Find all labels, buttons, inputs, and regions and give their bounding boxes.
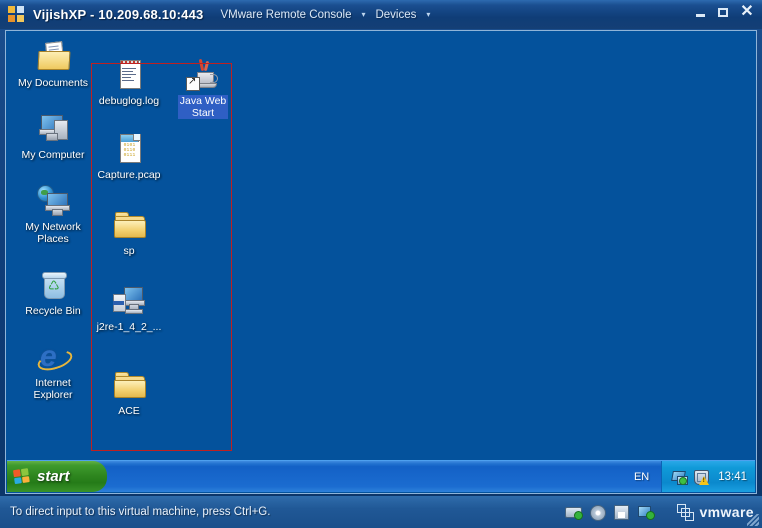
maximize-button[interactable] [717,7,731,19]
resize-grip[interactable] [747,514,759,526]
title-bar: VijishXP - 10.209.68.10:443 VMware Remot… [0,0,762,29]
java-web-start-icon [186,58,220,92]
binary-digits: 0101 0110 0111 [123,143,136,158]
recycle-bin-icon: ♺ [36,268,70,302]
menu-vmware-remote-console[interactable]: VMware Remote Console [217,7,354,23]
desktop-icon-label: My Computer [21,149,85,161]
close-button[interactable]: ✕ [740,3,754,19]
vmware-console-icon [8,6,25,23]
desktop-icon-label: ACE [118,405,140,417]
taskbar-clock[interactable]: 13:41 [715,471,747,483]
vmware-remote-console-window: VijishXP - 10.209.68.10:443 VMware Remot… [0,0,762,528]
status-bar-right: vmware [565,503,762,521]
status-message: To direct input to this virtual machine,… [10,506,271,518]
vmware-logo: vmware [677,503,754,521]
desktop-icon-label: Recycle Bin [25,305,81,317]
text-file-icon [112,58,146,92]
desktop-icon-label: Java Web Start [177,95,229,119]
system-tray: 13:41 [661,461,755,492]
desktop-icon-my-computer[interactable]: My Computer [15,112,91,161]
desktop-icon-ace[interactable]: ACE [91,368,167,417]
status-bar: To direct input to this virtual machine,… [0,496,762,528]
floppy-disk-icon[interactable] [613,505,630,520]
desktop-icon-debuglog-log[interactable]: debuglog.log [91,58,167,107]
window-controls: ✕ [694,3,754,19]
desktop-icon-my-documents[interactable]: My Documents [15,40,91,89]
desktop-icon-label: sp [123,245,135,257]
desktop-icon-recycle-bin[interactable]: ♺ Recycle Bin [15,268,91,317]
menu-bar: VMware Remote Console ▾ Devices ▾ [217,7,433,23]
network-adapter-icon[interactable] [637,505,656,520]
desktop-icon-label: Capture.pcap [97,169,161,181]
desktop-icon-label: debuglog.log [98,95,160,107]
desktop-icon-label: j2re-1_4_2_... [96,321,162,333]
folder-icon [112,208,146,242]
chevron-down-icon[interactable]: ▾ [358,10,368,19]
my-documents-icon [36,40,71,74]
vmware-wordmark: vmware [699,504,754,520]
chevron-down-icon[interactable]: ▾ [423,10,433,19]
windows-desktop[interactable]: My Documents My Computer My Network Plac… [7,32,755,462]
menu-devices[interactable]: Devices [372,7,419,23]
desktop-icon-capture-pcap[interactable]: 0101 0110 0111 Capture.pcap [91,132,167,181]
desktop-icon-my-network-places[interactable]: My Network Places [15,184,91,245]
cd-rom-icon[interactable] [589,505,607,521]
my-network-places-icon [36,184,70,218]
vmware-mark-icon [677,503,695,521]
hard-disk-icon[interactable] [565,505,584,520]
binary-file-icon: 0101 0110 0111 [112,132,146,166]
shortcut-arrow-icon [186,76,200,91]
desktop-icon-label: My Network Places [25,221,81,245]
window-title: VijishXP - 10.209.68.10:443 [33,7,204,22]
desktop-icon-sp[interactable]: sp [91,208,167,257]
desktop-icon-j2re-installer[interactable]: j2re-1_4_2_... [91,284,167,333]
desktop-icon-label: Internet Explorer [33,377,73,401]
vm-screen-frame: My Documents My Computer My Network Plac… [5,30,757,494]
internet-explorer-icon: e [35,340,75,375]
desktop-icon-internet-explorer[interactable]: e Internet Explorer [15,340,91,401]
desktop-icon-label: My Documents [17,77,89,89]
windows-flag-icon [12,467,32,485]
folder-icon [112,368,146,402]
security-alert-shield-icon[interactable] [693,469,710,485]
start-button-label: start [37,468,70,485]
minimize-button[interactable] [694,7,708,19]
start-button[interactable]: start [7,461,107,492]
installer-icon [112,284,146,318]
desktop-icon-java-web-start[interactable]: Java Web Start [165,58,241,119]
my-computer-icon [36,112,70,146]
network-connection-icon[interactable] [671,469,689,485]
taskbar: start EN 13:41 [7,460,755,492]
language-indicator[interactable]: EN [622,461,661,492]
taskbar-task-area[interactable] [107,461,622,492]
